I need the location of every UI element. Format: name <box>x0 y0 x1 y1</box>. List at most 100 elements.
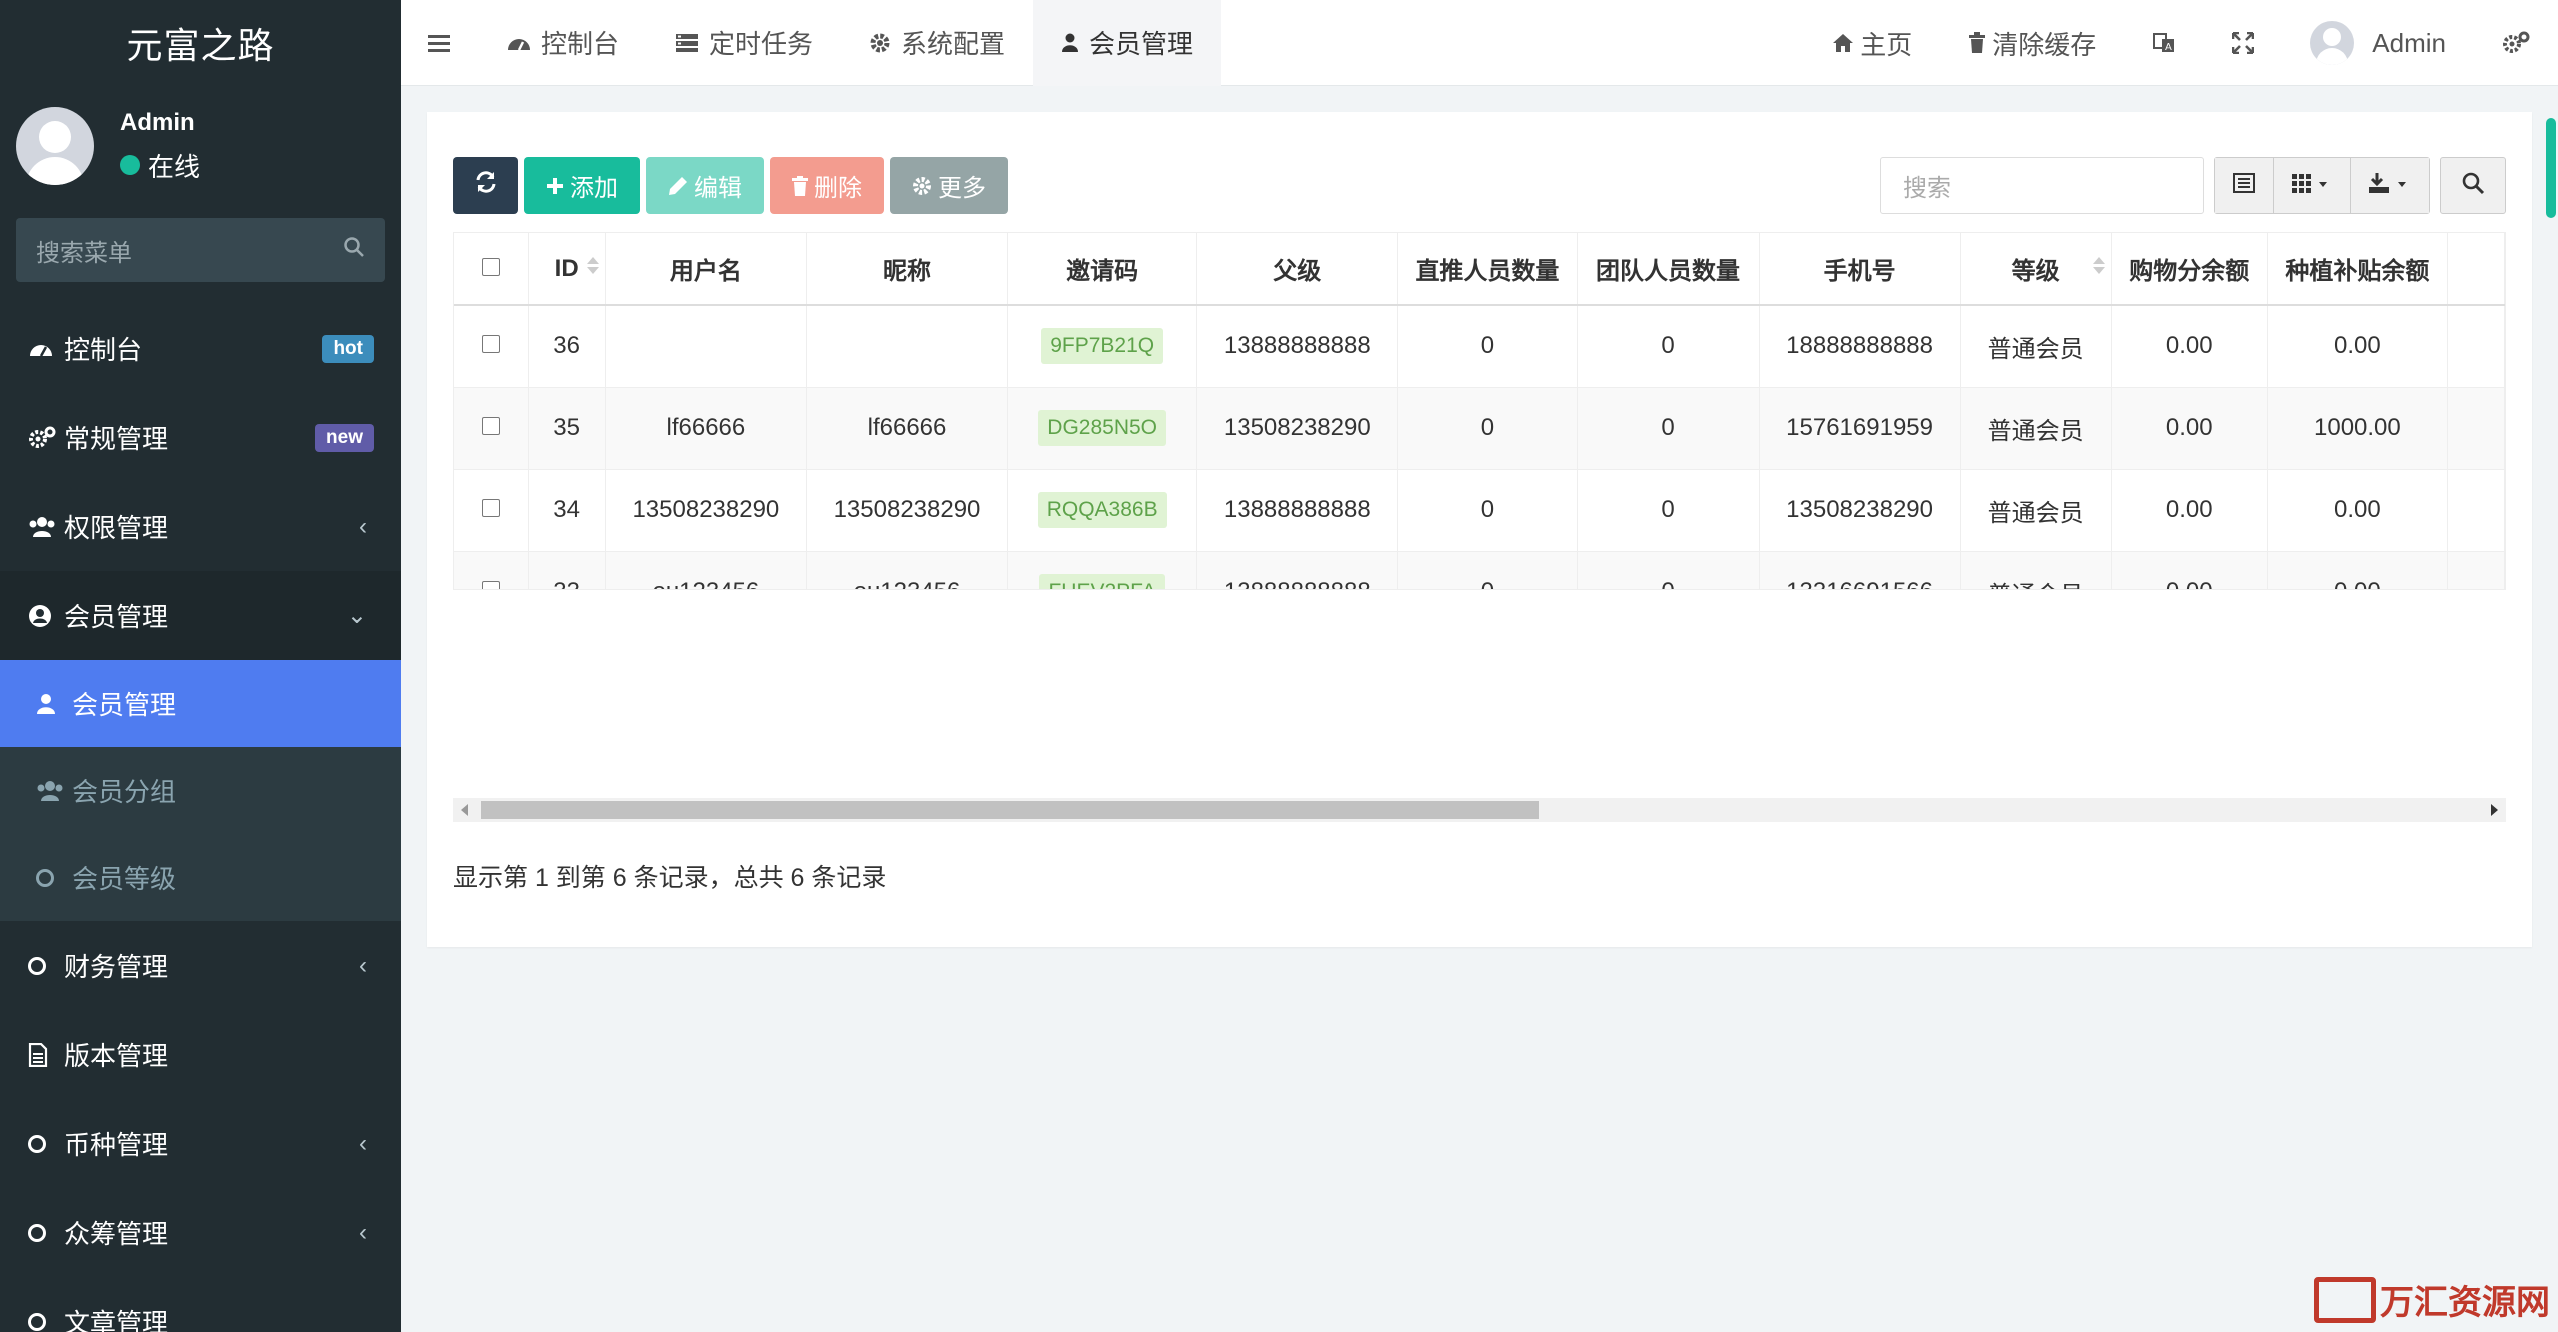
chevron-left-icon: ‹ <box>359 1218 367 1246</box>
sidebar-item-label: 币种管理 <box>64 1130 169 1160</box>
tab-label: 控制台 <box>541 29 620 59</box>
sidebar-item-label: 控制台 <box>64 335 143 365</box>
menu-toggle-icon[interactable] <box>401 0 479 86</box>
brand-title[interactable]: 元富之路 <box>0 0 401 86</box>
cell-direct-count: 0 <box>1397 387 1578 470</box>
cell-mobile: 18888888888 <box>1759 305 1961 388</box>
search-icon <box>2461 171 2485 200</box>
invite-code-tag: DG285N5O <box>1038 410 1166 446</box>
user-panel: Admin 在线 <box>0 86 401 206</box>
sidebar-item-label: 财务管理 <box>64 952 169 982</box>
table-row[interactable]: 34 13508238290 13508238290 RQQA386B 13888888… <box>454 469 2505 552</box>
sidebar-item-permissions[interactable]: 权限管理 ‹ <box>0 482 401 571</box>
sidebar-item-label: 众筹管理 <box>64 1219 169 1249</box>
tab-system-config[interactable]: 系统配置 <box>841 0 1033 86</box>
scrollbar-thumb[interactable] <box>2546 118 2556 218</box>
more-button[interactable]: 更多 <box>890 157 1008 214</box>
scroll-left-icon[interactable] <box>461 804 468 816</box>
horizontal-scrollbar[interactable] <box>453 798 2506 822</box>
scrollbar-thumb[interactable] <box>481 801 1539 819</box>
user-circle-icon <box>28 604 64 628</box>
home-link[interactable]: 主页 <box>1804 0 1940 86</box>
invite-code-tag: FUEV2PFA <box>1039 574 1165 589</box>
column-header-id[interactable]: ID <box>528 233 606 306</box>
row-checkbox[interactable] <box>454 305 529 388</box>
sidebar-subitem-member-group[interactable]: 会员分组 <box>0 747 401 834</box>
search-icon[interactable] <box>343 236 365 265</box>
tab-dashboard[interactable]: 控制台 <box>479 0 647 86</box>
users-icon <box>28 516 64 538</box>
column-header-shopping-balance: 购物分余额 <box>2111 233 2268 306</box>
sidebar-search-input[interactable]: 搜索菜单 <box>36 233 132 268</box>
user-name: Admin <box>120 108 195 136</box>
chevron-left-icon: ‹ <box>359 512 367 540</box>
sidebar-item-articles[interactable]: 文章管理 <box>0 1277 401 1332</box>
gear-icon <box>869 32 891 54</box>
delete-button[interactable]: 删除 <box>770 157 884 214</box>
cell-id: 35 <box>528 387 606 470</box>
sidebar-item-general[interactable]: 常规管理 new <box>0 393 401 482</box>
admin-user-menu[interactable]: Admin <box>2282 0 2474 86</box>
row-checkbox[interactable] <box>454 387 529 470</box>
content-panel: 添加 编辑 删除 更多 搜索 ID 用户名 昵称 邀请码 父级 直推人员数量 团… <box>427 112 2532 947</box>
cell-parent: 13888888888 <box>1196 469 1399 552</box>
sidebar-item-dashboard[interactable]: 控制台 hot <box>0 304 401 393</box>
sidebar-item-finance[interactable]: 财务管理 ‹ <box>0 921 401 1010</box>
fullscreen-icon[interactable] <box>2204 0 2282 86</box>
tab-label: 系统配置 <box>901 29 1006 59</box>
settings-cogs-icon[interactable] <box>2474 0 2558 86</box>
table-search-input[interactable]: 搜索 <box>1880 157 2204 214</box>
tab-scheduled-tasks[interactable]: 定时任务 <box>647 0 841 86</box>
watermark-text: 万汇资源网 <box>2380 1283 2550 1323</box>
sidebar-subitem-member-level[interactable]: 会员等级 <box>0 834 401 921</box>
cogs-icon <box>28 426 64 450</box>
grid-icon <box>2292 173 2332 198</box>
scroll-right-icon[interactable] <box>2491 804 2498 816</box>
clear-cache-button[interactable]: 清除缓存 <box>1940 0 2124 86</box>
cell-id: 34 <box>528 469 606 552</box>
pagination-info: 显示第 1 到第 6 条记录，总共 6 条记录 <box>453 864 887 892</box>
table-toolbar: 添加 编辑 删除 更多 <box>453 157 1008 214</box>
edit-button[interactable]: 编辑 <box>646 157 764 214</box>
sidebar-item-members[interactable]: 会员管理 ⌄ <box>0 571 401 660</box>
download-icon <box>2369 173 2411 198</box>
column-header-level[interactable]: 等级 <box>1960 233 2112 306</box>
toggle-view-button[interactable] <box>2215 158 2274 213</box>
select-all-checkbox[interactable] <box>454 233 529 306</box>
cell-username: lf66666 <box>605 387 807 470</box>
sidebar-item-currency[interactable]: 币种管理 ‹ <box>0 1099 401 1188</box>
sort-icon <box>586 257 599 274</box>
row-checkbox[interactable] <box>454 551 529 589</box>
circle-icon <box>28 956 64 975</box>
cell-nickname <box>806 305 1009 388</box>
cell-subsidy-balance: 0.00 <box>2267 469 2448 552</box>
cell-overflow <box>2447 305 2505 388</box>
refresh-button[interactable] <box>453 157 518 214</box>
add-label: 添加 <box>570 175 618 202</box>
sidebar-search[interactable]: 搜索菜单 <box>16 218 385 282</box>
row-checkbox[interactable] <box>454 469 529 552</box>
circle-icon <box>28 1134 64 1153</box>
add-button[interactable]: 添加 <box>524 157 640 214</box>
table-row[interactable]: 35 lf66666 lf66666 DG285N5O 13508238290 0 0 157… <box>454 387 2505 470</box>
sidebar-item-crowdfunding[interactable]: 众筹管理 ‹ <box>0 1188 401 1277</box>
cell-shopping-balance: 0.00 <box>2111 305 2268 388</box>
export-button[interactable] <box>2351 158 2429 213</box>
new-badge: new <box>315 423 374 452</box>
vertical-scrollbar[interactable] <box>2544 112 2558 222</box>
table-row[interactable]: 36 9FP7B21Q 13888888888 0 0 18888888888 普通会员 0.… <box>454 305 2505 388</box>
table-row[interactable]: 33ou123456ou123456FUEV2PFA13888888888001… <box>454 551 2505 589</box>
columns-toggle-button[interactable] <box>2274 158 2351 213</box>
cell-subsidy-balance: 0.00 <box>2267 551 2448 589</box>
advanced-search-button[interactable] <box>2440 157 2506 214</box>
tab-member-manage[interactable]: 会员管理 <box>1033 0 1222 86</box>
language-icon[interactable]: A <box>2124 0 2204 86</box>
column-header-invite-code: 邀请码 <box>1007 233 1198 306</box>
circle-icon <box>36 868 72 887</box>
member-table: ID 用户名 昵称 邀请码 父级 直推人员数量 团队人员数量 手机号 等级 购物… <box>453 232 2506 590</box>
sidebar-subitem-member-manage[interactable]: 会员管理 <box>0 660 401 747</box>
sidebar-item-version[interactable]: 版本管理 <box>0 1010 401 1099</box>
cell-direct-count: 0 <box>1397 305 1578 388</box>
circle-icon <box>28 1223 64 1242</box>
cell-invite-code: 9FP7B21Q <box>1007 305 1198 388</box>
